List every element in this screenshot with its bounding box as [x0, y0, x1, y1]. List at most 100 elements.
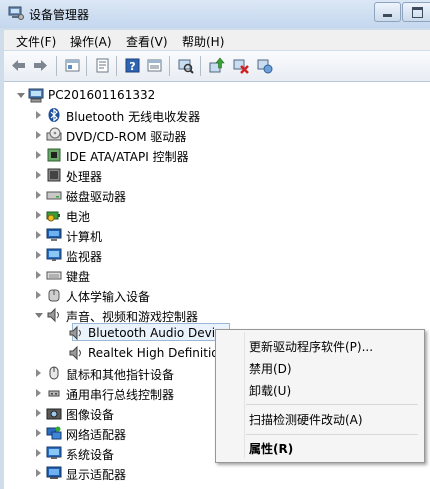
tree-item-dvd[interactable]: DVD/CD-ROM 驱动器: [36, 126, 286, 145]
tree-item-label: 磁盘驱动器: [66, 190, 127, 204]
expand-icon[interactable]: [36, 389, 41, 397]
menu-separator: [246, 404, 418, 405]
tree-item-label: 监视器: [66, 250, 103, 264]
context-menu-gutter: [244, 332, 245, 458]
tree-item-label: 计算机: [66, 230, 103, 244]
expand-icon[interactable]: [36, 231, 41, 239]
system-icon: [46, 446, 62, 459]
up-icon[interactable]: [64, 57, 81, 74]
expand-icon[interactable]: [36, 191, 41, 199]
back-icon[interactable]: [10, 57, 27, 74]
tree-item-keyboard[interactable]: 键盘: [36, 266, 286, 285]
tree-item-computer[interactable]: 计算机: [36, 226, 286, 245]
computer-icon: [46, 228, 62, 241]
tree-item-label: 通用串行总线控制器: [66, 388, 175, 402]
svg-text:?: ?: [129, 60, 135, 73]
computer-root-icon: [28, 88, 44, 103]
expand-icon[interactable]: [36, 291, 41, 299]
menu-uninstall[interactable]: 卸载(U): [249, 382, 291, 399]
minimize-button[interactable]: [374, 2, 401, 22]
enable-icon[interactable]: [256, 57, 273, 74]
disk-drive-icon: [46, 191, 62, 200]
toolbar-separator: [86, 56, 87, 76]
maximize-button[interactable]: [402, 2, 430, 22]
view-icon[interactable]: [146, 57, 163, 74]
tree-item-label: IDE ATA/ATAPI 控制器: [66, 150, 189, 164]
tree-item-label: 键盘: [66, 270, 91, 284]
tree-item-label: 显示适配器: [66, 468, 127, 482]
tree-item-label: 人体学输入设备: [66, 290, 151, 304]
device-manager-window: 设备管理器 文件(F) 操作(A) 查看(V) 帮助(H) ? PC201601…: [0, 0, 430, 489]
tree-item-label: 图像设备: [66, 408, 115, 422]
toolbar-separator: [56, 56, 57, 76]
menu-update-driver[interactable]: 更新驱动程序软件(P)...: [249, 338, 373, 355]
expand-icon[interactable]: [36, 151, 41, 159]
tree-item-monitor[interactable]: 监视器: [36, 246, 286, 265]
speaker-icon: [69, 345, 81, 361]
expand-icon[interactable]: [36, 271, 41, 279]
help-icon[interactable]: ?: [124, 57, 141, 74]
tree-item-label: DVD/CD-ROM 驱动器: [66, 130, 187, 144]
imaging-icon: [46, 408, 62, 420]
tree-root[interactable]: PC201601161332: [17, 86, 218, 105]
menu-scan-hardware[interactable]: 扫描检测硬件改动(A): [249, 411, 363, 428]
toolbar-separator: [169, 56, 170, 76]
tree-item-display[interactable]: 显示适配器: [36, 464, 286, 483]
uninstall-icon[interactable]: [232, 57, 249, 74]
menu-view[interactable]: 查看(V): [126, 33, 168, 50]
battery-icon: [46, 211, 60, 222]
tree-item-processor[interactable]: 处理器: [36, 166, 286, 185]
scan-icon[interactable]: [177, 57, 194, 74]
context-menu: 更新驱动程序软件(P)... 禁用(D) 卸载(U) 扫描检测硬件改动(A) 属…: [215, 329, 425, 463]
monitor-icon: [46, 248, 62, 261]
usb-icon: [48, 390, 60, 397]
keyboard-icon: [46, 271, 62, 280]
network-icon: [46, 426, 62, 440]
tree-item-label: 系统设备: [66, 448, 115, 462]
properties-icon[interactable]: [94, 57, 111, 74]
tree-item-label: 鼠标和其他指针设备: [66, 368, 175, 382]
expand-icon[interactable]: [36, 429, 41, 437]
menu-help[interactable]: 帮助(H): [182, 33, 224, 50]
expand-icon[interactable]: [36, 251, 41, 259]
menu-properties[interactable]: 属性(R): [249, 440, 293, 457]
toolbar-separator: [116, 56, 117, 76]
tree-item-label: Bluetooth Audio Devic: [88, 326, 222, 340]
dvd-drive-icon: [46, 127, 62, 141]
collapse-icon[interactable]: [35, 313, 43, 318]
expand-icon[interactable]: [36, 409, 41, 417]
processor-icon: [47, 168, 61, 182]
menu-disable[interactable]: 禁用(D): [249, 360, 292, 377]
expand-icon[interactable]: [36, 171, 41, 179]
collapse-icon[interactable]: [17, 93, 25, 98]
sound-icon: [47, 307, 59, 323]
speaker-icon: [69, 325, 81, 341]
tree-item-hid[interactable]: 人体学输入设备: [36, 286, 286, 305]
expand-icon[interactable]: [36, 369, 41, 377]
toolbar: ?: [4, 51, 430, 82]
title-bar: 设备管理器: [0, 0, 430, 28]
ide-controller-icon: [47, 148, 61, 162]
forward-icon[interactable]: [32, 57, 49, 74]
mouse-icon: [49, 366, 59, 380]
tree-item-battery[interactable]: 电池: [36, 206, 286, 225]
expand-icon[interactable]: [36, 111, 41, 119]
menu-file[interactable]: 文件(F): [16, 33, 56, 50]
expand-icon[interactable]: [36, 469, 41, 477]
expand-icon[interactable]: [36, 449, 41, 457]
tree-item-label: 网络适配器: [66, 428, 127, 442]
hid-icon: [48, 289, 60, 302]
expand-icon[interactable]: [36, 211, 41, 219]
tree-item-label: Bluetooth 无线电收发器: [66, 110, 201, 124]
tree-item-label: 电池: [66, 210, 91, 224]
tree-item-disk[interactable]: 磁盘驱动器: [36, 186, 286, 205]
device-manager-icon: [8, 6, 24, 20]
menu-bar: 文件(F) 操作(A) 查看(V) 帮助(H): [4, 30, 430, 50]
tree-item-bluetooth[interactable]: Bluetooth 无线电收发器: [36, 106, 286, 125]
tree-item-ide[interactable]: IDE ATA/ATAPI 控制器: [36, 146, 286, 165]
menu-action[interactable]: 操作(A): [70, 33, 112, 50]
bluetooth-icon: [48, 108, 60, 122]
root-label: PC201601161332: [48, 88, 156, 102]
expand-icon[interactable]: [36, 131, 41, 139]
update-driver-icon[interactable]: [208, 57, 225, 74]
